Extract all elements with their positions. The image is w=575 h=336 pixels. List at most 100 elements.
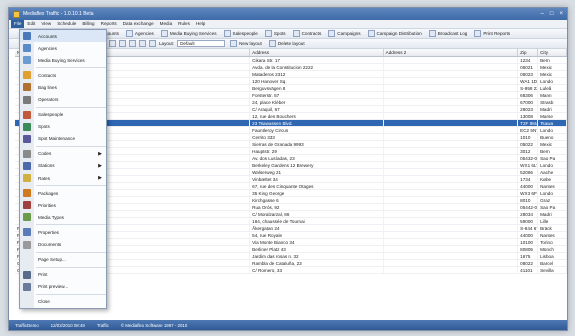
column-header-address[interactable]: Address [250,49,384,56]
menu-item-page-setup[interactable]: Page Setup... [20,254,106,266]
table-cell: 1010 [518,134,539,140]
table-cell: Via Monte Bianco 34 [250,239,384,245]
delete-layout-button[interactable]: Delete layout [267,40,307,47]
menu-item-spots[interactable]: Spots [20,121,106,133]
menu-item-media-buying-services[interactable]: Media Buying Services [20,54,106,66]
table-cell: EC2 5NT [520,127,539,133]
table-cell [384,267,519,273]
table-cell: Købe [538,176,567,182]
table-cell: 05442-030 [520,204,539,210]
table-cell: Av. dos Lusíadas, 23 [250,155,384,161]
menu-item-media-types[interactable]: Media Types [20,211,106,223]
maximize-button[interactable]: □ [550,11,554,17]
table-cell: 3012 [518,148,539,154]
menu-media[interactable]: Media [157,20,176,28]
toolbar-salespeople-button[interactable]: Salespeople [222,30,260,37]
bag-lines-icon [23,83,31,92]
toolbar-contracts-button[interactable]: Contracts [291,30,324,37]
table-cell: Luleå [538,85,567,91]
menu-item-priorities[interactable]: Priorities [20,199,106,211]
menu-item-contacts[interactable]: Contacts [20,69,106,81]
spot-maintenance-icon [23,134,31,143]
menu-billing[interactable]: Billing [79,20,97,28]
table-cell: 67, rue des Cinquante Otages [250,183,384,189]
table-cell: Bern [538,57,567,63]
menu-data-exchange[interactable]: Data exchange [120,20,157,28]
menu-view[interactable]: View [38,20,54,28]
menu-item-close[interactable]: Close [20,296,106,308]
menu-item-rates[interactable]: Rates ▶ [20,172,106,184]
table-cell: 44000 [518,232,539,238]
menu-item-spot-maintenance[interactable]: Spot Maintenance [20,133,106,145]
table-cell: Berguvsvägen 8 [250,85,384,91]
table-cell: 28034 [518,211,539,217]
column-header-address-2[interactable]: Address 2 [384,49,519,56]
menu-item-accounts[interactable]: Accounts [20,30,106,43]
table-cell: 120 Hanover Sq. [250,78,384,84]
table-cell: Mataderos 2312 [250,71,384,77]
table-cell: Bern [538,148,567,154]
menu-item-documents[interactable]: Documents [20,239,106,251]
toolbar-spots-button[interactable]: Spots [263,30,288,37]
layout-select[interactable]: Default [177,40,226,47]
menu-file[interactable]: File [11,20,25,28]
grid-tool-icon[interactable] [129,40,136,47]
menu-item-print[interactable]: Print [20,269,106,281]
table-cell: 59000 [518,218,539,224]
grid-tool-icon[interactable] [139,40,146,47]
menu-item-label: Documents [38,242,62,248]
menu-item-label: Codes [38,151,52,157]
toolbar-contracts-label: Contracts [301,31,322,36]
menu-item-agencies[interactable]: Agencies [20,42,106,54]
menu-edit[interactable]: Edit [24,20,38,28]
print-preview-icon [23,282,31,291]
table-cell [384,197,519,203]
menu-item-salespeople[interactable]: Salespeople [20,109,106,121]
app-window: Mediaflex Traffic - 1.0.10.1 Beta – □ × … [8,7,568,331]
table-cell: C/ Moralzarzal, 86 [250,211,384,217]
toolbar-campaign-distribution-button[interactable]: Campaign Distribution [366,30,424,37]
table-cell: 05021 [518,64,539,70]
toolbar-media-buying-services-button[interactable]: Media Buying Services [159,30,219,37]
new-layout-button[interactable]: New layout [228,40,264,47]
column-header-city[interactable]: City [538,49,567,56]
stations-icon [23,161,31,170]
menu-reports[interactable]: Reports [98,20,120,28]
status-date: 12/02/2010 08:49 [50,322,85,328]
toolbar-campaigns-button[interactable]: Campaigns [326,30,362,37]
table-cell [384,120,519,126]
menu-rules[interactable]: Rules [175,20,193,28]
grid-tool-icon[interactable] [149,40,156,47]
menu-item-bag-lines[interactable]: Bag lines [20,81,106,93]
toolbar-campaigns-label: Campaigns [337,31,361,36]
column-header-zip[interactable]: Zip [518,49,539,56]
menu-schedule[interactable]: Schedule [54,20,79,28]
menu-item-properties[interactable]: Properties [20,226,106,238]
table-cell: Bueno [538,134,567,140]
grid-tool-icon[interactable] [119,40,126,47]
rates-icon [23,174,31,183]
table-cell: 1675 [518,253,539,259]
menu-item-operators[interactable]: Operators [20,93,106,105]
salespeople-icon [23,110,31,119]
table-cell [384,260,519,266]
menu-item-codes[interactable]: Codes ▶ [20,148,106,160]
table-cell [384,190,519,196]
grid-tool-icon[interactable] [109,40,116,47]
toolbar-print-reports-label: Print Reports [483,31,511,36]
toolbar-broadcast-log-button[interactable]: Broadcast Log [427,30,470,37]
menu-help[interactable]: Help [193,20,208,28]
close-button[interactable]: × [559,11,563,17]
toolbar-agencies-button[interactable]: Agencies [124,30,156,37]
menu-bar: File Edit View Schedule Billing Reports Data e… [9,20,567,29]
delete-layout-icon [268,40,276,47]
table-cell: 08022 [518,260,539,266]
menu-item-print-preview[interactable]: Print preview... [20,281,106,293]
table-cell: Torino [538,239,567,245]
menu-item-stations[interactable]: Stations ▶ [20,160,106,172]
toolbar-print-reports-button[interactable]: Print Reports [472,30,512,37]
table-cell: 44000 [518,183,539,189]
menu-item-packages[interactable]: Packages [20,187,106,199]
menu-item-label: Accounts [38,33,57,39]
minimize-button[interactable]: – [541,11,544,17]
